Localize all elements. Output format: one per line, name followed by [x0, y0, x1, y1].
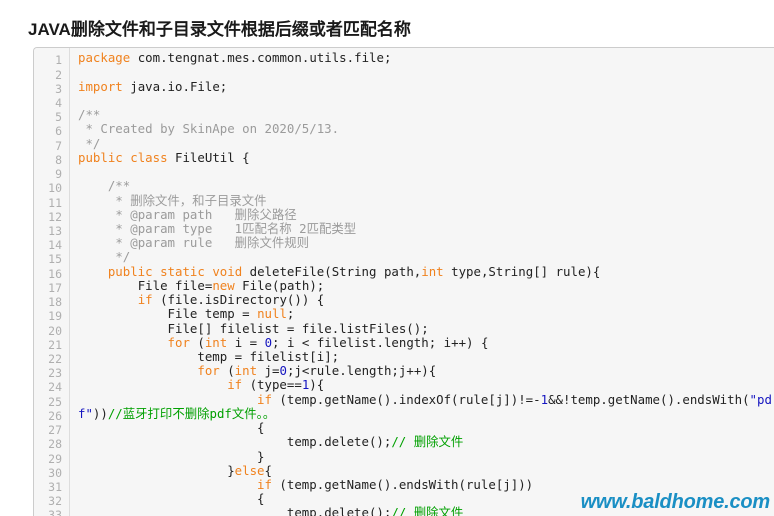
line-number: 10	[48, 181, 62, 196]
source-code[interactable]: package com.tengnat.mes.common.utils.fil…	[78, 51, 774, 516]
line-number: 23	[48, 366, 62, 381]
code-line-number-gutter: 1 2 3 4 5 6 7 8 9 10 11 12 13 14 15 16 1…	[34, 48, 70, 516]
code-content[interactable]: package com.tengnat.mes.common.utils.fil…	[70, 48, 774, 516]
line-number: 19	[48, 309, 62, 324]
line-number: 26	[48, 408, 62, 423]
line-number: 32	[48, 494, 62, 509]
line-number: 8	[55, 152, 62, 167]
line-number: 24	[48, 380, 62, 395]
line-number: 4	[55, 96, 62, 111]
page-title: JAVA删除文件和子目录文件根据后缀或者匹配名称	[28, 20, 411, 40]
line-number: 25	[48, 394, 62, 409]
line-number: 1	[55, 53, 62, 68]
line-number: 5	[55, 110, 62, 125]
line-number: 17	[48, 280, 62, 295]
line-number: 29	[48, 451, 62, 466]
line-number: 2	[55, 67, 62, 82]
line-number: 3	[55, 81, 62, 96]
line-number: 33	[48, 508, 62, 516]
line-number: 11	[48, 195, 62, 210]
line-number: 30	[48, 465, 62, 480]
line-number: 15	[48, 252, 62, 267]
line-number: 20	[48, 323, 62, 338]
line-number: 31	[48, 479, 62, 494]
line-number: 22	[48, 351, 62, 366]
line-number: 18	[48, 295, 62, 310]
line-number: 7	[55, 138, 62, 153]
line-number: 21	[48, 337, 62, 352]
line-number: 6	[55, 124, 62, 139]
code-block: 1 2 3 4 5 6 7 8 9 10 11 12 13 14 15 16 1…	[33, 47, 774, 516]
line-number: 27	[48, 423, 62, 438]
line-number: 28	[48, 437, 62, 452]
line-number: 16	[48, 266, 62, 281]
line-number: 13	[48, 224, 62, 238]
line-number: 12	[48, 209, 62, 224]
line-number: 14	[48, 238, 62, 253]
line-number: 9	[55, 167, 62, 182]
